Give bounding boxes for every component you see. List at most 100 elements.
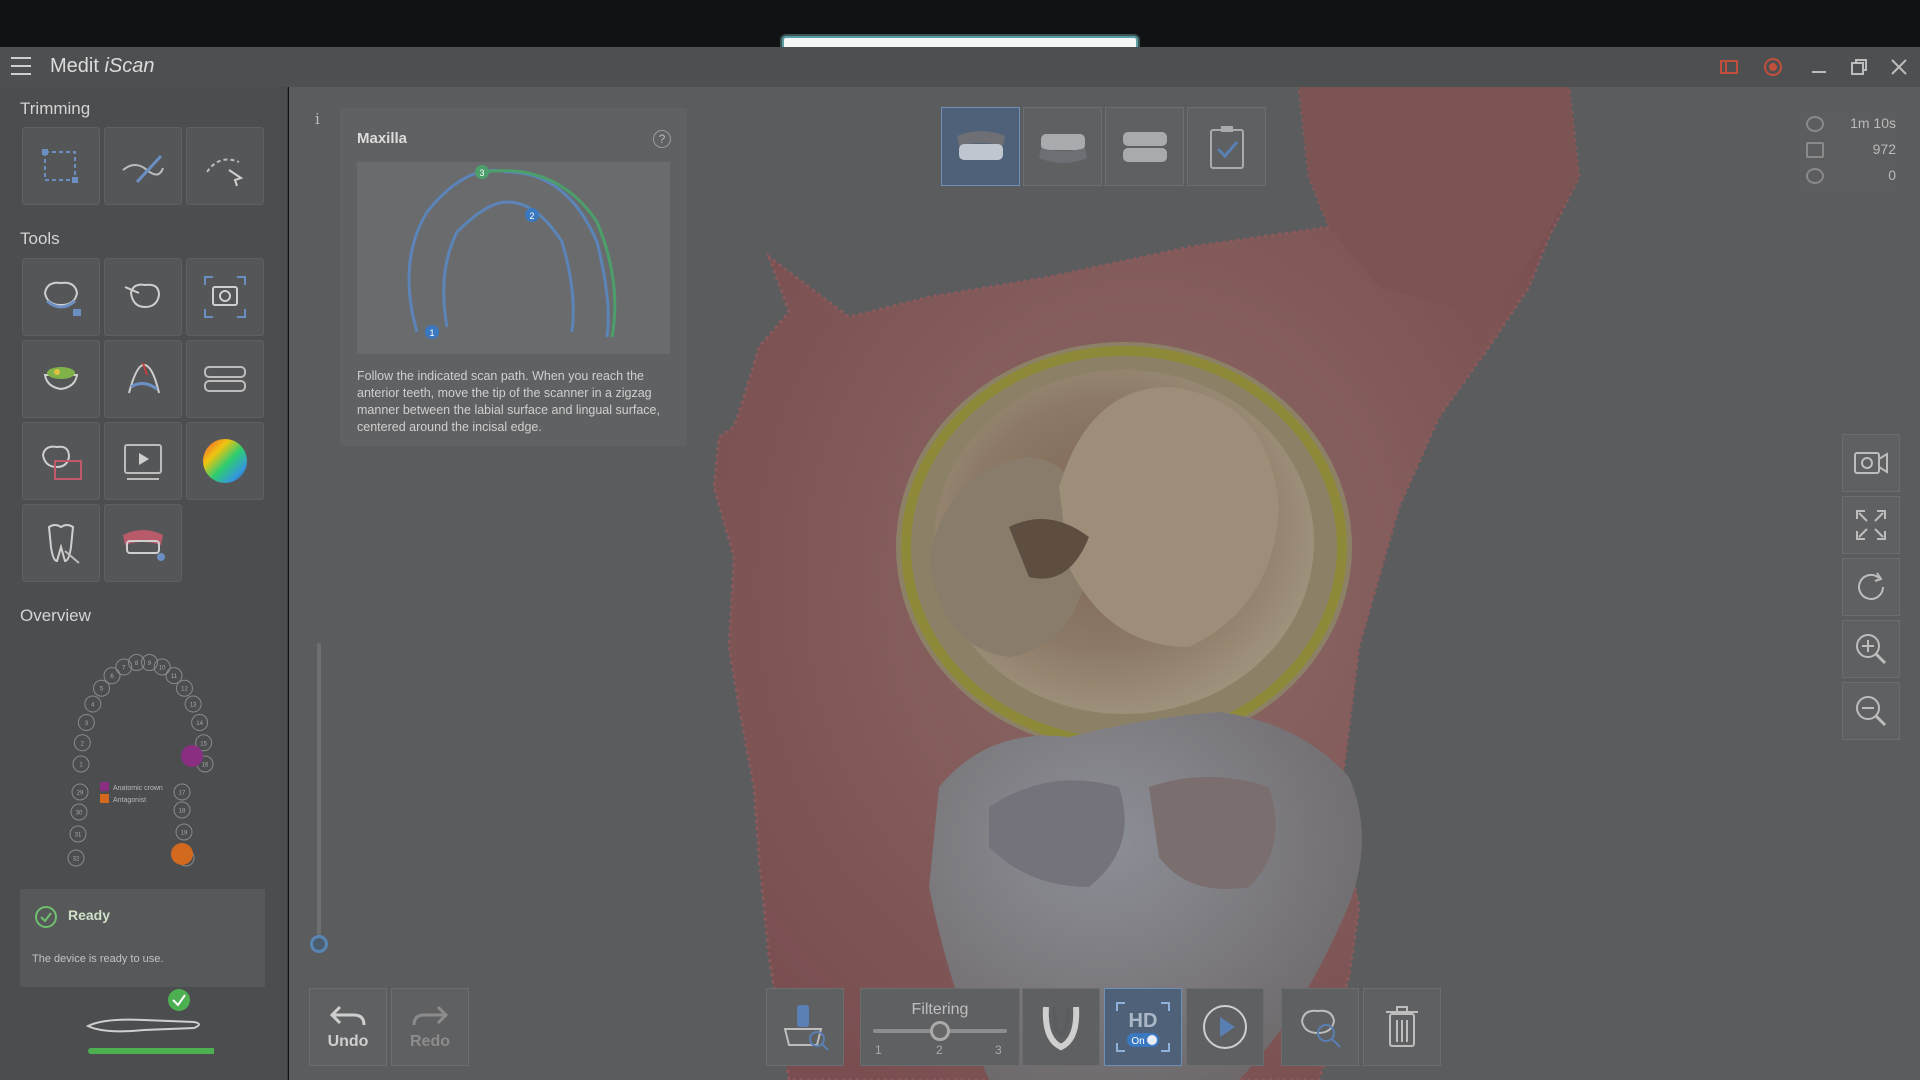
guide-title: Maxilla [357, 130, 408, 147]
video-record-button[interactable] [1842, 434, 1900, 492]
help-icon[interactable]: ? [653, 130, 671, 148]
denture-scan-icon[interactable] [104, 504, 182, 582]
lasso-trim-icon[interactable] [186, 127, 264, 205]
svg-text:HD: HD [1129, 1010, 1158, 1032]
frames-icon [1806, 142, 1824, 158]
tooth-number-29: 29 [77, 791, 84, 797]
filtering-tick-3: 3 [995, 1043, 1002, 1057]
color-sphere-icon[interactable] [186, 422, 264, 500]
minimize-icon[interactable] [1808, 56, 1830, 78]
tooth-number-30: 30 [76, 811, 83, 817]
tooth-number-15: 15 [200, 741, 207, 747]
redo-icon [412, 1005, 449, 1026]
scanner-device-icon [84, 988, 218, 1058]
play-scan-button[interactable] [1186, 988, 1264, 1066]
zoom-in-button[interactable] [1842, 620, 1900, 678]
checklist-icon [1209, 125, 1244, 169]
vertical-slider-handle[interactable] [310, 935, 328, 953]
legend-antagonist: Antagonist [113, 797, 146, 804]
vertical-slider-track[interactable] [317, 643, 321, 935]
close-icon[interactable] [1888, 56, 1910, 78]
scan-path-diagram: 1 2 3 [357, 162, 670, 354]
margin-line-icon[interactable] [104, 340, 182, 418]
record-icon[interactable] [1762, 56, 1784, 78]
status-description: The device is ready to use. [32, 953, 164, 965]
ai-scan-button[interactable] [1281, 988, 1359, 1066]
video-record-icon [1854, 452, 1888, 474]
brush-trim-icon[interactable] [104, 127, 182, 205]
tooth-number-32: 32 [73, 857, 80, 863]
tooth-number-13: 13 [190, 703, 197, 709]
filtering-tick-2: 2 [936, 1043, 943, 1057]
filtering-handle[interactable] [930, 1021, 950, 1041]
box-select-trim-icon[interactable] [22, 127, 100, 205]
tooth-overview-chart[interactable]: 123456789101112131415161718192029303132 … [20, 642, 266, 892]
ready-check-icon [35, 906, 57, 928]
filtering-tick-1: 1 [875, 1043, 882, 1057]
arch-scan-button[interactable] [1022, 988, 1100, 1066]
tab-checklist[interactable] [1187, 107, 1266, 186]
antagonist-marker[interactable] [171, 843, 193, 865]
scan-inspect-button[interactable] [766, 988, 844, 1066]
layout-toggle-icon[interactable] [1719, 56, 1741, 78]
hd-toggle-button[interactable]: HD On [1104, 988, 1182, 1066]
trimming-label: Trimming [20, 99, 91, 118]
svg-text:1: 1 [429, 328, 434, 338]
zoom-out-button[interactable] [1842, 682, 1900, 740]
svg-text:3: 3 [479, 168, 484, 178]
tooth-number-10: 10 [159, 665, 166, 671]
arch-icon [1042, 1006, 1080, 1051]
scan-time: 1m 10s [1806, 115, 1896, 135]
reset-count: 0 [1806, 167, 1896, 187]
scan-stats-panel: 1m 10s 972 0 [1798, 107, 1902, 197]
device-status-panel: Ready The device is ready to use. [20, 889, 265, 987]
overview-label: Overview [20, 606, 91, 625]
svg-text:2: 2 [529, 211, 534, 221]
reset-view-button[interactable] [1842, 558, 1900, 616]
hamburger-menu-icon[interactable] [11, 57, 31, 75]
fit-screen-button[interactable] [1842, 496, 1900, 554]
redo-button[interactable]: Redo [391, 988, 469, 1066]
restore-icon[interactable] [1848, 56, 1870, 78]
tooth-lock-icon[interactable] [22, 258, 100, 336]
tab-maxilla[interactable] [941, 107, 1020, 186]
mandible-icon [1038, 133, 1087, 163]
tooth-abutment-icon[interactable] [104, 258, 182, 336]
filtering-slider[interactable]: Filtering 1 2 3 [860, 988, 1020, 1066]
tooth-number-14: 14 [196, 721, 203, 727]
delete-button[interactable] [1363, 988, 1441, 1066]
tooth-number-9: 9 [148, 661, 152, 667]
tab-occlusion[interactable] [1105, 107, 1184, 186]
tooth-number-6: 6 [110, 674, 114, 680]
redo-label: Redo [410, 1033, 450, 1050]
maxilla-icon [956, 130, 1005, 160]
scan-compare-icon[interactable] [22, 422, 100, 500]
tooth-number-12: 12 [181, 687, 188, 693]
guide-instructions: Follow the indicated scan path. When you… [357, 369, 660, 434]
info-icon[interactable]: i [315, 110, 320, 128]
capture-snapshot-icon[interactable] [186, 258, 264, 336]
fit-screen-icon [1856, 510, 1886, 540]
jaw-alignment-icon[interactable] [186, 340, 264, 418]
reset-view-icon [1858, 572, 1884, 600]
play-icon [1203, 1005, 1247, 1049]
filtering-label: Filtering [911, 1001, 969, 1018]
tooth-number-8: 8 [135, 661, 139, 667]
tools-label: Tools [20, 229, 60, 248]
undo-button[interactable]: Undo [309, 988, 387, 1066]
tab-mandible[interactable] [1023, 107, 1102, 186]
occlusion-color-icon[interactable] [22, 340, 100, 418]
tooth-number-18: 18 [179, 809, 186, 815]
tooth-number-11: 11 [171, 674, 178, 680]
app-title: Medit iScan [50, 55, 155, 77]
status-title: Ready [68, 907, 111, 923]
scan-inspect-icon [783, 1005, 829, 1051]
tooth-pencil-icon[interactable] [22, 504, 100, 582]
undo-icon [329, 1005, 366, 1026]
tooth-number-16: 16 [202, 763, 209, 769]
tooth-number-2: 2 [81, 741, 85, 747]
play-video-icon[interactable] [104, 422, 182, 500]
anatomic-crown-marker[interactable] [181, 745, 203, 767]
tooth-number-3: 3 [85, 721, 89, 727]
occlusion-icon [1122, 131, 1167, 162]
